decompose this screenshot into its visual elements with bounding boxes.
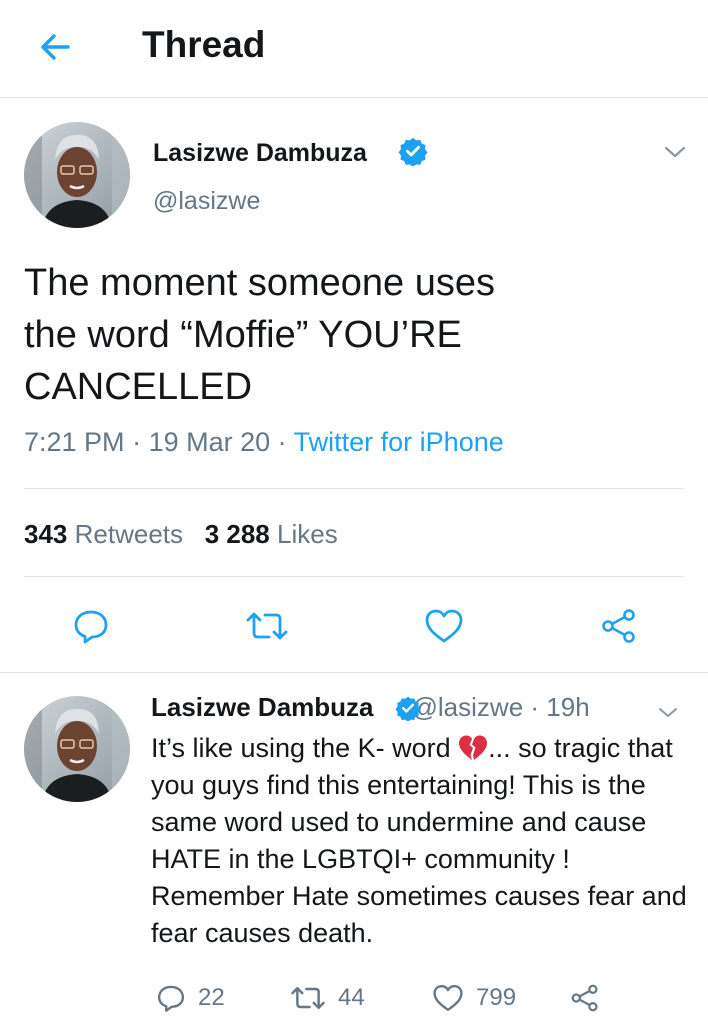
tweet-time: 7:21 PM [24, 427, 125, 457]
reply-header: Lasizwe Dambuza @lasizwe · 19h [151, 692, 590, 723]
reply-text-part: It’s like using the K- word [151, 733, 459, 763]
author-name[interactable]: Lasizwe Dambuza [151, 692, 374, 722]
reply-icon [74, 610, 108, 644]
retweets-label[interactable]: Retweets [75, 519, 183, 549]
verified-badge-icon [398, 137, 428, 166]
tweet-stats: 343 Retweets 3 288 Likes [24, 519, 338, 550]
retweets-count[interactable]: 343 [24, 519, 67, 549]
tweet-date: 19 Mar 20 [148, 427, 271, 457]
meta-separator: · [270, 427, 294, 457]
app-header: Thread [0, 0, 708, 98]
likes-count[interactable]: 3 288 [205, 519, 270, 549]
tweet-time-ago[interactable]: · 19h [530, 692, 589, 722]
share-button[interactable] [570, 980, 600, 1016]
like-button[interactable]: 799 [432, 980, 516, 1016]
share-icon [602, 609, 635, 643]
avatar[interactable] [24, 696, 130, 802]
share-icon [571, 984, 598, 1012]
tweet-text-line: the word “Moffie” YOU’RE [24, 314, 462, 356]
heart-icon [425, 609, 463, 643]
reply-button[interactable]: 22 [156, 980, 225, 1016]
divider [24, 488, 684, 489]
broken-heart-emoji [459, 735, 488, 760]
like-count: 799 [476, 984, 517, 1011]
likes-label[interactable]: Likes [277, 519, 338, 549]
author-name[interactable]: Lasizwe Dambuza [153, 139, 367, 168]
tweet-text-line: The moment someone uses [24, 262, 496, 304]
reply-count: 22 [198, 984, 225, 1011]
tweet-text: The moment someone uses the word “Moffie… [24, 257, 664, 413]
chevron-down-icon[interactable] [656, 704, 680, 722]
like-button[interactable] [424, 607, 464, 645]
retweet-count: 44 [338, 984, 365, 1011]
main-tweet: Lasizwe Dambuza @lasizwe The moment some… [0, 99, 708, 673]
retweet-icon [246, 612, 288, 640]
share-button[interactable] [600, 607, 638, 645]
reply-tweet[interactable]: Lasizwe Dambuza @lasizwe · 19h It’s like … [0, 674, 708, 1024]
retweet-button[interactable]: 44 [290, 980, 365, 1016]
tweet-metadata: 7:21 PM · 19 Mar 20 · Twitter for iPhone [24, 427, 504, 458]
author-handle[interactable]: @lasizwe [412, 692, 524, 722]
reply-text-part: ... so tragic that you guys find this en… [151, 733, 687, 948]
chevron-down-icon[interactable] [662, 142, 688, 162]
reply-button[interactable] [72, 607, 110, 645]
heart-icon [433, 984, 463, 1012]
tweet-text-line: CANCELLED [24, 366, 253, 408]
retweet-icon [291, 986, 325, 1010]
page-title: Thread [142, 24, 266, 65]
reply-text: It’s like using the K- word ... so tragi… [151, 730, 699, 952]
author-handle[interactable]: @lasizwe [153, 187, 260, 216]
arrow-left-icon[interactable] [34, 26, 76, 68]
avatar[interactable] [24, 122, 130, 228]
reply-icon [157, 985, 185, 1012]
tweet-source-link[interactable]: Twitter for iPhone [294, 427, 504, 457]
verified-badge-icon [395, 696, 421, 721]
meta-separator: · [124, 427, 149, 457]
retweet-button[interactable] [245, 609, 289, 643]
divider [24, 576, 684, 577]
